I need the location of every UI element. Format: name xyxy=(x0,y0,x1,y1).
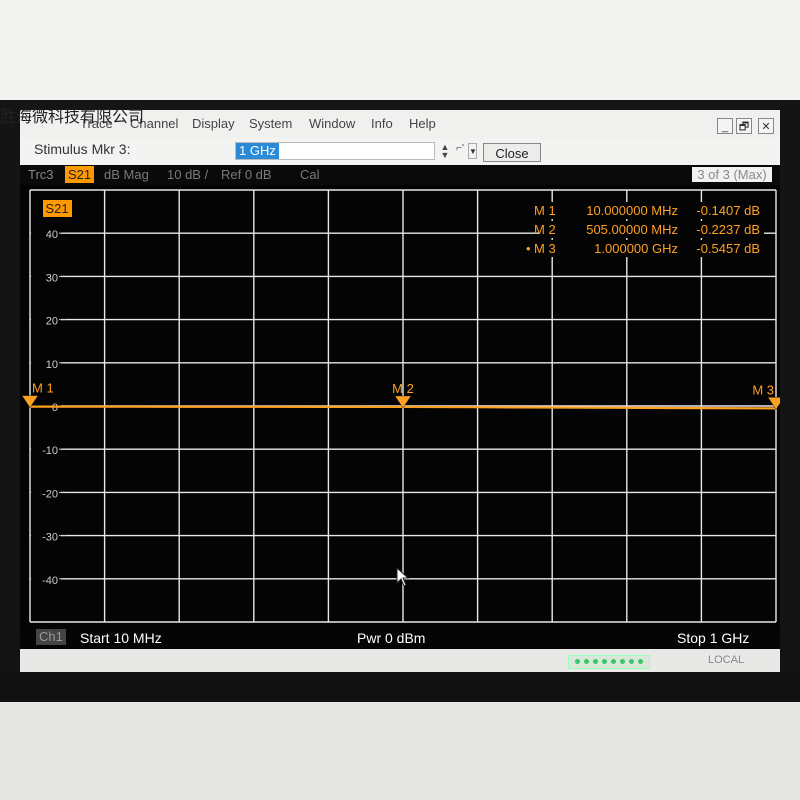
progress-led xyxy=(611,659,616,664)
monitor-bezel-bottom xyxy=(0,672,800,702)
menu-help[interactable]: Help xyxy=(409,116,436,131)
power-level[interactable]: Pwr 0 dBm xyxy=(357,630,425,646)
remote-status: LOCAL xyxy=(708,654,745,666)
marker-readout-response: -0.1407 dB xyxy=(696,203,760,218)
dropdown-arrow-icon[interactable]: ▼ xyxy=(468,143,477,159)
menu-system[interactable]: System xyxy=(249,116,292,131)
progress-led xyxy=(593,659,598,664)
mouse-pointer-icon xyxy=(396,567,410,587)
restore-button[interactable]: 🗗 xyxy=(736,118,752,134)
stimulus-label: Stimulus Mkr 3: xyxy=(34,141,131,157)
channel-label[interactable]: Ch1 xyxy=(36,629,66,645)
status-bar: LOCAL xyxy=(20,649,780,672)
marker-readout-name: M 2 xyxy=(534,222,556,237)
y-tick-label: 40 xyxy=(46,229,58,241)
menu-display[interactable]: Display xyxy=(192,116,235,131)
y-tick-label: -40 xyxy=(42,575,58,587)
parameter-badge[interactable]: S21 xyxy=(65,166,95,183)
progress-led xyxy=(629,659,634,664)
marker-label: M 2 xyxy=(392,381,414,396)
plot-area[interactable]: 40 30 20 10 0 -10 -20 -30 -40 S21 M 1 M 2 M 3 M 1 10.0… xyxy=(20,185,780,627)
active-marker-dot: • xyxy=(526,241,531,256)
trace-info-bar: Trc3 S21 dB Mag 10 dB / Ref 0 dB Cal 3 o… xyxy=(20,165,780,185)
watermark-text: 胜海微科技有限公司 xyxy=(0,107,145,126)
y-tick-label: -30 xyxy=(42,532,58,544)
trace-count-label: 3 of 3 (Max) xyxy=(692,167,772,182)
marker-readout-stimulus: 10.000000 MHz xyxy=(586,203,678,218)
y-tick-label: -20 xyxy=(42,488,58,500)
start-frequency[interactable]: Start 10 MHz xyxy=(80,630,162,646)
marker-readout-name: M 3 xyxy=(534,241,556,256)
stimulus-value[interactable]: 1 GHz xyxy=(236,143,279,159)
progress-led xyxy=(638,659,643,664)
format-label[interactable]: dB Mag xyxy=(104,167,149,182)
progress-led xyxy=(575,659,580,664)
y-tick-label: 20 xyxy=(46,316,58,328)
marker-readout-stimulus: 505.00000 MHz xyxy=(586,222,678,237)
stimulus-toolbar: Stimulus Mkr 3: 1 GHz ▲ ▼ ⌐' ▼ Close xyxy=(20,138,780,165)
y-tick-label: 10 xyxy=(46,359,58,371)
monitor-bezel-right xyxy=(780,100,800,700)
menu-info[interactable]: Info xyxy=(371,116,393,131)
y-tick-label: 0 xyxy=(52,402,58,414)
plot-parameter-badge: S21 xyxy=(45,201,68,216)
stimulus-input[interactable]: 1 GHz xyxy=(235,142,435,160)
bench xyxy=(0,700,800,800)
menu-window[interactable]: Window xyxy=(309,116,355,131)
marker-readout-response: -0.5457 dB xyxy=(696,241,760,256)
marker-readout-stimulus: 1.000000 GHz xyxy=(594,241,678,256)
cal-label[interactable]: Cal xyxy=(300,167,320,182)
keypad-icon[interactable]: ⌐' xyxy=(452,143,468,159)
scale-label[interactable]: 10 dB / xyxy=(167,167,208,182)
minimize-button[interactable]: _ xyxy=(717,118,733,134)
close-window-button[interactable]: ✕ xyxy=(758,118,774,134)
monitor-bezel-left xyxy=(0,100,20,700)
s21-chart: 40 30 20 10 0 -10 -20 -30 -40 S21 M 1 M 2 M 3 M 1 10.0… xyxy=(21,189,780,623)
marker-label: M 1 xyxy=(32,381,54,396)
measurement-progress-indicator xyxy=(568,655,650,669)
trace-label[interactable]: Trc3 xyxy=(28,167,54,182)
close-button[interactable]: Close xyxy=(483,143,541,162)
channel-status-bar: Ch1 Start 10 MHz Pwr 0 dBm Stop 1 GHz xyxy=(20,627,780,649)
y-tick-label: -10 xyxy=(42,445,58,457)
marker-readout-response: -0.2237 dB xyxy=(696,222,760,237)
stop-frequency[interactable]: Stop 1 GHz xyxy=(677,630,749,646)
marker-label: M 3 xyxy=(752,382,774,397)
progress-led xyxy=(584,659,589,664)
spin-arrows-icon[interactable]: ▲ ▼ xyxy=(438,143,452,160)
reference-label[interactable]: Ref 0 dB xyxy=(221,167,272,182)
y-tick-label: 30 xyxy=(46,272,58,284)
progress-led xyxy=(602,659,607,664)
progress-led xyxy=(620,659,625,664)
marker-readout-name: M 1 xyxy=(534,203,556,218)
background-wall xyxy=(0,0,800,100)
